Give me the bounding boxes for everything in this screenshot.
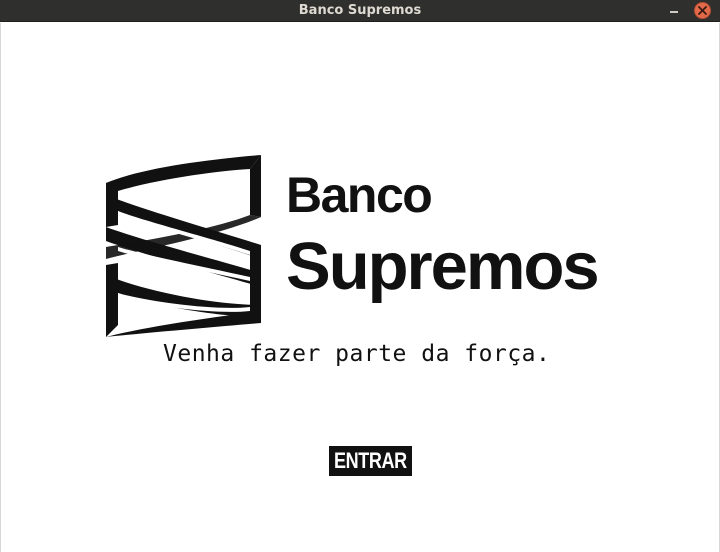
app-window: Banco Supremos Banco Supremos Venha faze… <box>0 0 720 552</box>
close-icon[interactable] <box>694 2 711 19</box>
window-left-border <box>0 23 1 552</box>
banco-supremos-logo-icon <box>106 155 261 337</box>
enter-button[interactable]: ENTRAR <box>329 446 412 476</box>
brand-name-line2: Supremos <box>286 229 600 304</box>
tagline: Venha fazer parte da força. <box>163 341 551 367</box>
enter-button-label: ENTRAR <box>334 448 407 473</box>
title-bar[interactable]: Banco Supremos <box>0 0 720 22</box>
brand-name-line1: Banco <box>286 167 433 223</box>
window-title: Banco Supremos <box>298 3 422 18</box>
main-content: Banco Supremos Venha fazer parte da forç… <box>0 23 720 552</box>
minimize-icon[interactable] <box>666 3 682 19</box>
